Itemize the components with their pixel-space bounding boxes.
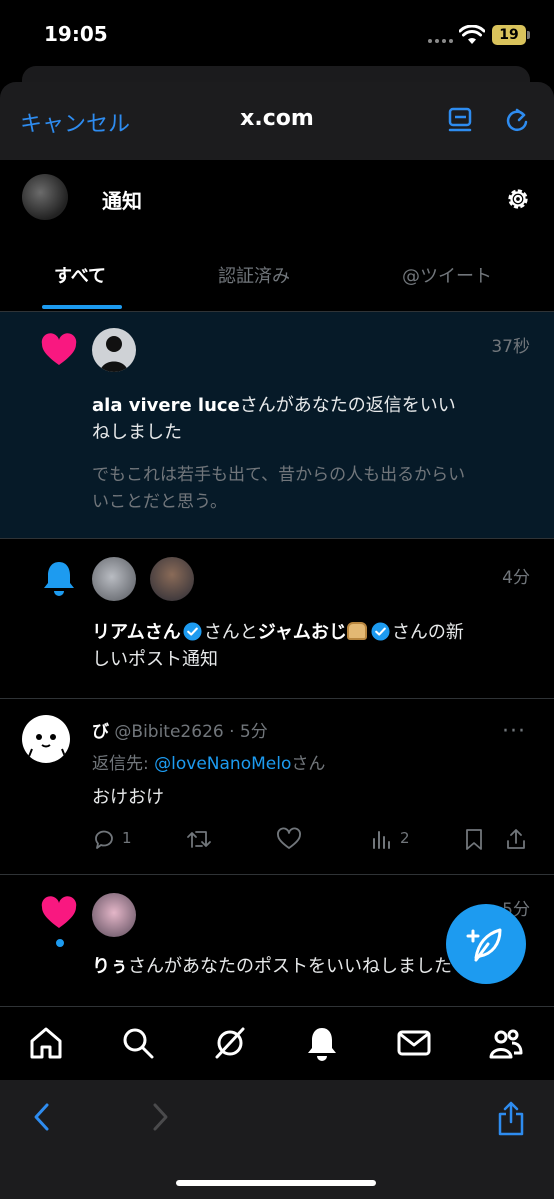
messages-icon[interactable] (396, 1025, 432, 1061)
grok-icon[interactable] (212, 1025, 248, 1061)
reader-icon[interactable] (446, 106, 476, 136)
avatar[interactable] (150, 557, 194, 601)
avatar[interactable] (92, 893, 136, 937)
verified-badge-icon (371, 622, 390, 641)
heart-outline-icon (277, 827, 301, 849)
tweet-header: び @Bibite2626 · 5分 (92, 722, 268, 742)
views-icon (373, 831, 390, 849)
tab-verified[interactable]: 認証済み (218, 262, 290, 288)
compose-feather-icon (466, 928, 502, 962)
reply-icon (95, 830, 113, 849)
user-name[interactable]: ala vivere luce (92, 395, 240, 416)
notification-reply-tweet[interactable]: び @Bibite2626 · 5分 ··· 返信先: @loveNanoMel… (0, 699, 554, 875)
communities-icon[interactable] (488, 1025, 524, 1061)
views-button[interactable]: 2 (370, 827, 420, 851)
compose-button[interactable] (446, 904, 526, 984)
notification-text: ala vivere luceさんがあなたの返信をいいねしました (92, 395, 456, 443)
like-button[interactable] (276, 827, 306, 851)
reply-button[interactable]: 1 (92, 827, 142, 851)
heart-icon (41, 333, 77, 365)
share-icon[interactable] (496, 1100, 526, 1136)
notification-post-alert[interactable]: 4分 リアムさん さんとジャムおじ さんの新しいポスト通知 (0, 539, 554, 699)
user-name[interactable]: リアムさん (92, 622, 181, 643)
signal-dots-icon (428, 39, 454, 43)
bread-emoji-icon (346, 622, 367, 640)
browser-sheet: キャンセル x.com 通知 すべて 認証済み @ツイート 37秒 ala vi… (0, 82, 554, 1199)
notification-time: 4分 (502, 568, 530, 588)
tab-mentions[interactable]: @ツイート (402, 262, 492, 288)
home-indicator (176, 1180, 376, 1186)
home-icon[interactable] (28, 1025, 64, 1061)
forward-chevron-icon[interactable] (148, 1102, 172, 1132)
views-count: 2 (400, 829, 410, 847)
app-tab-bar (0, 1006, 554, 1080)
user-name[interactable]: りぅ (92, 956, 128, 977)
bookmark-button[interactable] (462, 827, 486, 851)
back-chevron-icon[interactable] (30, 1102, 54, 1132)
avatar[interactable] (22, 715, 70, 763)
notification-tabs: すべて 認証済み @ツイート (0, 244, 554, 312)
wifi-icon (459, 25, 485, 44)
share-icon (507, 829, 525, 849)
user-name[interactable]: ジャムおじ (258, 622, 347, 643)
tweet-text: おけおけ (92, 787, 164, 808)
battery-icon: 19 (492, 25, 530, 45)
notification-like[interactable]: 37秒 ala vivere luceさんがあなたの返信をいいねしました でもこ… (0, 312, 554, 539)
repost-button[interactable] (186, 827, 216, 851)
unread-dot (55, 938, 65, 948)
user-name[interactable]: び (92, 722, 109, 742)
app-header (0, 160, 554, 244)
reload-icon[interactable] (502, 106, 532, 136)
share-button[interactable] (504, 827, 528, 851)
tab-indicator (42, 305, 122, 309)
page-title: 通知 (102, 189, 142, 213)
tab-all[interactable]: すべて (54, 262, 106, 288)
status-bar: 19:05 19 (0, 0, 554, 68)
repost-icon (187, 831, 211, 848)
verified-badge-icon (183, 622, 202, 641)
more-options-button[interactable]: ··· (502, 719, 526, 744)
browser-toolbar: キャンセル x.com (0, 82, 554, 160)
avatar[interactable] (92, 328, 136, 372)
status-time: 19:05 (44, 22, 108, 46)
notifications-bell-icon[interactable] (304, 1025, 340, 1061)
reply-to-link[interactable]: @loveNanoMelo (154, 754, 291, 774)
notification-text: りぅさんがあなたのポストをいいねしました (92, 956, 452, 977)
reply-to-label: 返信先: @loveNanoMeloさん (92, 754, 326, 774)
profile-avatar[interactable] (22, 174, 68, 220)
quoted-reply: でもこれは若手も出て、昔からの人も出るからいいことだと思う。 (92, 465, 466, 512)
notification-time: 37秒 (491, 337, 530, 357)
heart-icon (41, 896, 77, 928)
bell-icon (44, 562, 74, 596)
gear-icon[interactable] (504, 185, 532, 213)
bookmark-icon (466, 829, 482, 850)
notification-text: リアムさん さんとジャムおじ さんの新しいポスト通知 (92, 622, 464, 670)
reply-count: 1 (122, 829, 132, 847)
avatar[interactable] (92, 557, 136, 601)
search-icon[interactable] (120, 1025, 156, 1061)
